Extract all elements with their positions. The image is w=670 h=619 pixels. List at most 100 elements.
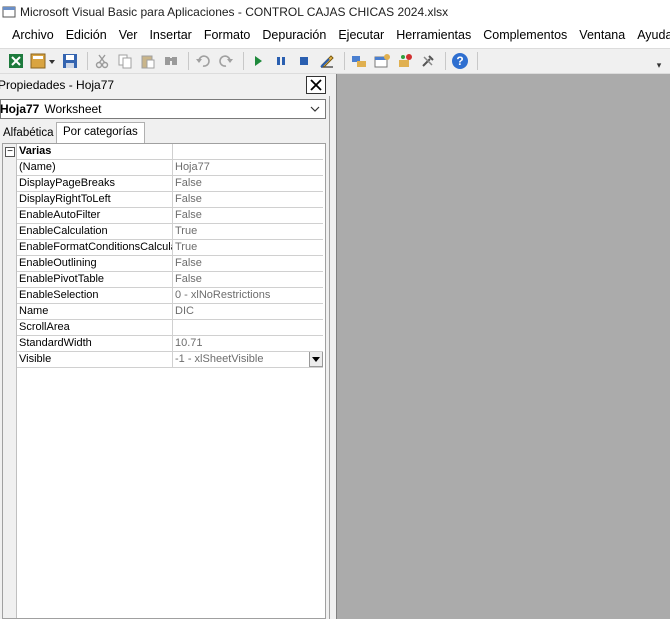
code-workspace[interactable] [336, 74, 670, 619]
property-value-dropdown[interactable]: -1 - xlSheetVisible [173, 352, 323, 367]
property-row[interactable]: DisplayPageBreaks False [17, 176, 323, 192]
property-value: -1 - xlSheetVisible [175, 353, 264, 365]
property-row[interactable]: Visible -1 - xlSheetVisible [17, 352, 323, 368]
toolbar-separator [445, 52, 446, 70]
chevron-down-icon[interactable] [309, 102, 321, 116]
menu-insertar[interactable]: Insertar [143, 24, 197, 46]
svg-text:?: ? [456, 54, 463, 68]
property-value[interactable]: 0 - xlNoRestrictions [173, 288, 323, 303]
category-value-cell [173, 144, 323, 159]
toolbar-separator [243, 52, 244, 70]
find-icon[interactable] [161, 51, 181, 71]
property-name: ScrollArea [17, 320, 173, 335]
properties-window: Propiedades - Hoja77 Hoja77 Worksheet Al… [0, 74, 330, 619]
paste-icon[interactable] [138, 51, 158, 71]
close-icon[interactable] [306, 76, 326, 94]
property-row[interactable]: EnableCalculation True [17, 224, 323, 240]
design-mode-icon[interactable] [317, 51, 337, 71]
property-value[interactable]: 10.71 [173, 336, 323, 351]
toolbox-icon[interactable] [418, 51, 438, 71]
menu-ayuda[interactable]: Ayuda [631, 24, 670, 46]
property-row[interactable]: EnableFormatConditionsCalculation True [17, 240, 323, 256]
standard-toolbar: ? ▾ [0, 48, 670, 74]
property-value[interactable]: False [173, 208, 323, 223]
properties-header: Propiedades - Hoja77 [0, 74, 330, 96]
menu-ventana[interactable]: Ventana [573, 24, 631, 46]
copy-icon[interactable] [115, 51, 135, 71]
property-name: EnableAutoFilter [17, 208, 173, 223]
object-selector[interactable]: Hoja77 Worksheet [0, 99, 326, 119]
property-name: DisplayPageBreaks [17, 176, 173, 191]
window-title: Microsoft Visual Basic para Aplicaciones… [20, 5, 449, 19]
properties-icon[interactable] [372, 51, 392, 71]
property-row[interactable]: Name DIC [17, 304, 323, 320]
object-type: Worksheet [44, 102, 102, 116]
property-name: EnableFormatConditionsCalculation [17, 240, 173, 255]
stop-icon[interactable] [294, 51, 314, 71]
property-row[interactable]: EnableAutoFilter False [17, 208, 323, 224]
toolbar-separator [477, 52, 478, 70]
project-explorer-icon[interactable] [349, 51, 369, 71]
category-label: Varias [17, 144, 173, 159]
collapse-icon[interactable]: − [5, 147, 15, 157]
property-row[interactable]: StandardWidth 10.71 [17, 336, 323, 352]
property-value[interactable]: DIC [173, 304, 323, 319]
property-name: Name [17, 304, 173, 319]
property-name: StandardWidth [17, 336, 173, 351]
property-name: EnableSelection [17, 288, 173, 303]
property-row[interactable]: EnablePivotTable False [17, 272, 323, 288]
redo-icon[interactable] [216, 51, 236, 71]
property-name: EnablePivotTable [17, 272, 173, 287]
menu-herramientas[interactable]: Herramientas [390, 24, 477, 46]
menu-complementos[interactable]: Complementos [477, 24, 573, 46]
pause-icon[interactable] [271, 51, 291, 71]
property-name: EnableOutlining [17, 256, 173, 271]
property-value[interactable]: False [173, 176, 323, 191]
menu-archivo[interactable]: Archivo [0, 24, 60, 46]
property-value[interactable]: True [173, 224, 323, 239]
property-row[interactable]: ScrollArea [17, 320, 323, 336]
property-name: DisplayRightToLeft [17, 192, 173, 207]
property-value[interactable]: False [173, 256, 323, 271]
toolbar-separator [188, 52, 189, 70]
property-grid: − Varias (Name) Hoja77 DisplayPageBreaks… [2, 143, 326, 619]
tab-alfabetica[interactable]: Alfabética [0, 124, 57, 142]
excel-icon[interactable] [6, 51, 26, 71]
menu-bar: Archivo Edición Ver Insertar Formato Dep… [0, 24, 670, 46]
menu-depuracion[interactable]: Depuración [256, 24, 332, 46]
property-name: EnableCalculation [17, 224, 173, 239]
save-icon[interactable] [60, 51, 80, 71]
vba-app-icon[interactable] [2, 5, 16, 19]
title-bar: Microsoft Visual Basic para Aplicaciones… [0, 0, 670, 24]
property-value[interactable]: Hoja77 [173, 160, 323, 175]
object-name: Hoja77 [0, 102, 40, 116]
toolbar-overflow-icon[interactable]: ▾ [654, 53, 664, 71]
undo-icon[interactable] [193, 51, 213, 71]
menu-ejecutar[interactable]: Ejecutar [332, 24, 390, 46]
property-row[interactable]: DisplayRightToLeft False [17, 192, 323, 208]
tab-por-categorias[interactable]: Por categorías [56, 122, 145, 143]
category-row[interactable]: Varias [17, 144, 323, 160]
properties-title: Propiedades - Hoja77 [0, 78, 115, 92]
insert-module-icon[interactable] [29, 51, 57, 71]
menu-ver[interactable]: Ver [113, 24, 144, 46]
properties-tabs: Alfabética Por categorías [0, 122, 330, 143]
toolbar-separator [87, 52, 88, 70]
property-value[interactable] [173, 320, 323, 335]
run-icon[interactable] [248, 51, 268, 71]
grid-margin: − [3, 144, 17, 618]
help-icon[interactable]: ? [450, 51, 470, 71]
cut-icon[interactable] [92, 51, 112, 71]
toolbar-separator [344, 52, 345, 70]
property-row[interactable]: (Name) Hoja77 [17, 160, 323, 176]
property-name: Visible [17, 352, 173, 367]
property-row[interactable]: EnableSelection 0 - xlNoRestrictions [17, 288, 323, 304]
property-value[interactable]: True [173, 240, 323, 255]
property-row[interactable]: EnableOutlining False [17, 256, 323, 272]
property-value[interactable]: False [173, 272, 323, 287]
object-browser-icon[interactable] [395, 51, 415, 71]
menu-formato[interactable]: Formato [198, 24, 257, 46]
dropdown-arrow-icon[interactable] [309, 352, 323, 367]
menu-edicion[interactable]: Edición [60, 24, 113, 46]
property-value[interactable]: False [173, 192, 323, 207]
